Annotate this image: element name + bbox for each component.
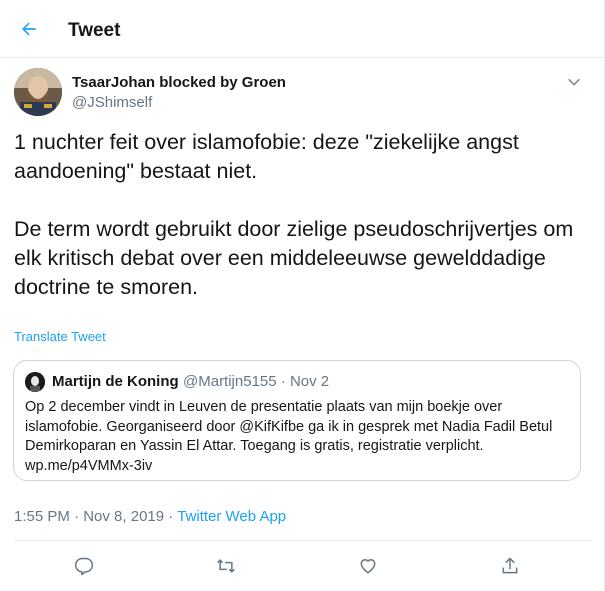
tweet-source-link[interactable]: Twitter Web App [177,508,286,525]
header-bar: Tweet [0,6,604,58]
more-options-button[interactable] [562,70,586,94]
quoted-author-name: Martijn de Koning [52,373,179,390]
avatar-image [14,68,62,116]
tweet-text: 1 nuchter feit over islamofobie: deze "z… [14,130,574,299]
meta-separator: · [74,508,80,525]
tweet-time[interactable]: 1:55 PM [14,508,70,525]
reply-icon [74,557,94,576]
like-button[interactable] [352,550,384,582]
quoted-meta: @Martijn5155 · Nov 2 [183,373,329,390]
quoted-author-handle: @Martijn5155 [183,373,277,390]
author-name[interactable]: TsaarJohan blocked by Groen [72,74,286,91]
tweet-date[interactable]: Nov 8, 2019 [83,508,164,525]
chevron-down-icon [568,78,580,86]
page-title: Tweet [68,20,121,41]
translate-tweet-link[interactable]: Translate Tweet [14,329,106,344]
tweet-meta: 1:55 PM · Nov 8, 2019 · Twitter Web App [14,508,286,525]
quoted-text: Op 2 december vindt in Leuven de present… [25,399,553,474]
meta-separator-2: · [168,508,174,525]
quoted-separator: · [280,373,286,390]
quoted-date: Nov 2 [289,373,330,390]
arrow-left-icon [22,22,36,36]
tweet-page: Tweet TsaarJohan blocked by Groen @JShim… [0,0,605,591]
quoted-avatar [25,372,45,392]
like-icon [360,559,376,574]
avatar[interactable] [14,68,62,116]
back-button[interactable] [14,14,44,44]
share-icon [502,557,518,574]
retweet-icon [217,559,235,573]
retweet-button[interactable] [210,550,242,582]
author-handle[interactable]: @JShimself [72,94,152,111]
share-button[interactable] [494,550,526,582]
divider [14,540,592,541]
quoted-tweet[interactable]: Martijn de Koning @Martijn5155 · Nov 2 O… [13,360,581,481]
reply-button[interactable] [68,550,100,582]
action-bar [0,550,605,582]
